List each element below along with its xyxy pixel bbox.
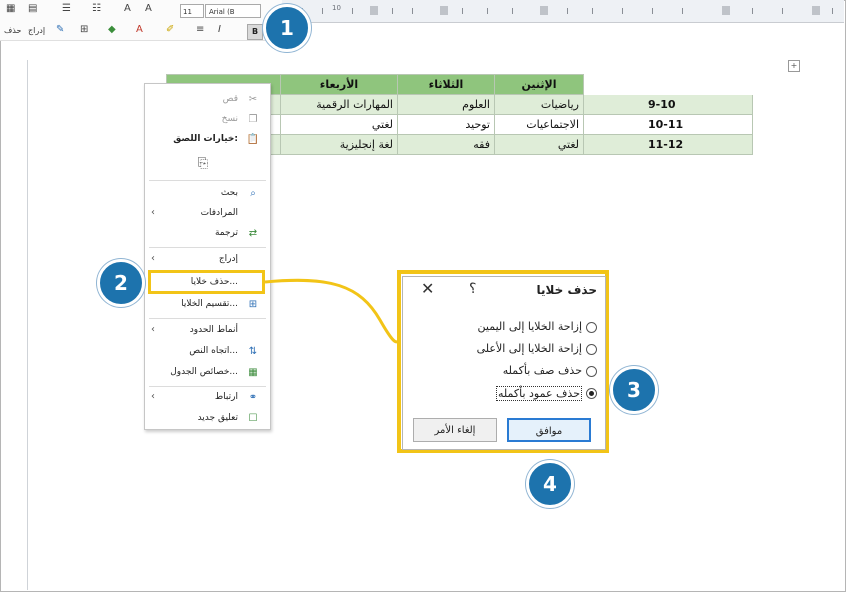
option-label: حذف عمود بأكمله bbox=[495, 386, 582, 401]
dialog-title: حذف خلايا bbox=[536, 283, 597, 297]
option-label: إزاحة الخلايا إلى الأعلى bbox=[476, 342, 582, 355]
ok-button[interactable]: موافق bbox=[507, 418, 591, 442]
close-icon[interactable]: ✕ bbox=[421, 279, 434, 298]
help-icon[interactable]: ؟ bbox=[469, 281, 476, 297]
radio-button[interactable] bbox=[586, 344, 597, 355]
step-badge-1: 1 bbox=[263, 4, 311, 52]
step-badge-4: 4 bbox=[526, 460, 574, 508]
radio-button[interactable] bbox=[586, 366, 597, 377]
radio-button[interactable] bbox=[586, 322, 597, 333]
delete-cells-dialog: ✕ ؟ حذف خلايا إزاحة الخلايا إلى اليمين إ… bbox=[402, 276, 606, 450]
step-badge-3: 3 bbox=[610, 366, 658, 414]
cancel-button[interactable]: إلغاء الأمر bbox=[413, 418, 497, 442]
option-label: إزاحة الخلايا إلى اليمين bbox=[477, 320, 582, 333]
radio-button-selected[interactable] bbox=[586, 388, 597, 399]
step-badge-2: 2 bbox=[97, 259, 145, 307]
option-label: حذف صف بأكمله bbox=[502, 364, 582, 377]
